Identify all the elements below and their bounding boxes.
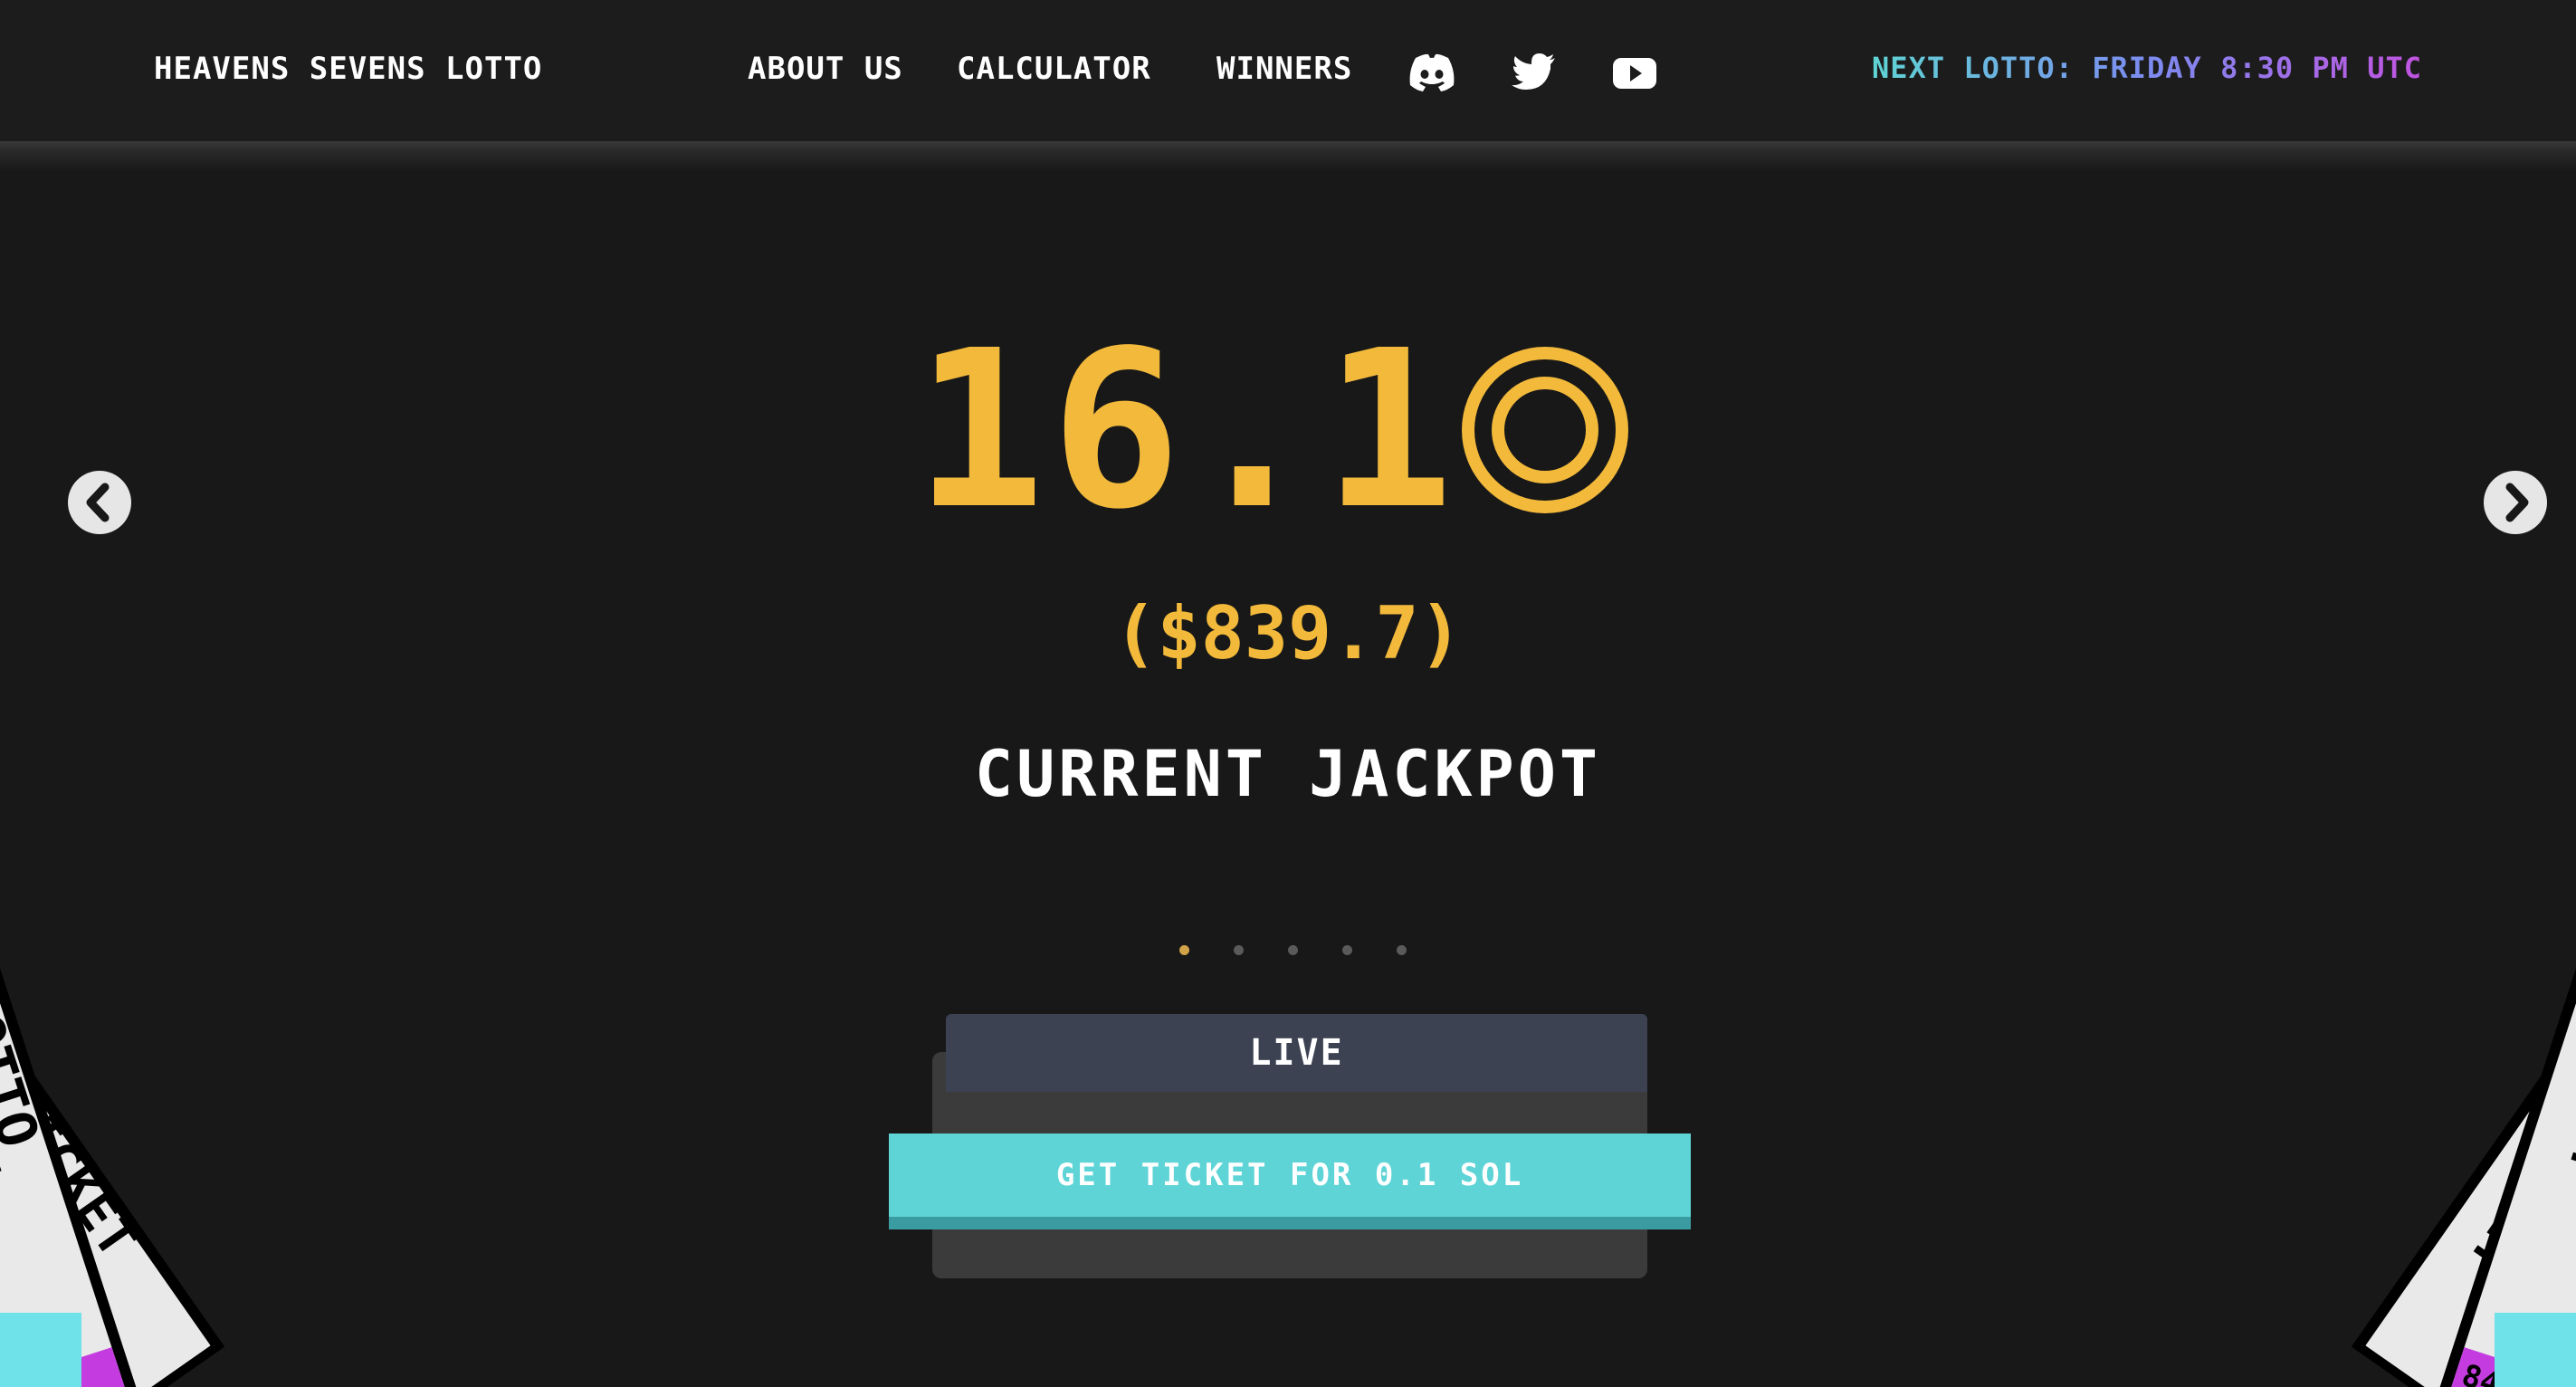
carousel-dot-1[interactable] — [1179, 945, 1189, 955]
nav-about-us[interactable]: ABOUT US — [748, 51, 903, 87]
youtube-icon[interactable] — [1611, 53, 1658, 92]
carousel-indicators — [1168, 945, 1412, 958]
lotto-tickets-right-illustration: TICKET LOTTO TICKET 8498 — [2351, 887, 2576, 1387]
sol-icon — [1462, 347, 1628, 513]
get-ticket-button[interactable]: GET TICKET FOR 0.1 SOL — [889, 1134, 1691, 1229]
chevron-left-icon — [86, 483, 110, 522]
jackpot-label: CURRENT JACKPOT — [974, 737, 1602, 811]
header-divider — [0, 141, 2576, 172]
next-lotto-schedule: NEXT LOTTO: FRIDAY 8:30 PM UTC — [1872, 51, 2422, 85]
carousel-dot-3[interactable] — [1288, 945, 1298, 955]
chevron-right-icon — [2505, 483, 2529, 522]
discord-icon[interactable] — [1408, 53, 1455, 92]
nav-winners[interactable]: WINNERS — [1216, 51, 1352, 87]
live-status-bar: LIVE — [946, 1014, 1647, 1092]
carousel-dot-5[interactable] — [1397, 945, 1407, 955]
top-navbar: HEAVENS SEVENS LOTTO ABOUT US CALCULATOR… — [0, 0, 2576, 145]
jackpot-usd-value: ($839.7) — [1113, 591, 1463, 675]
page: HEAVENS SEVENS LOTTO ABOUT US CALCULATOR… — [0, 0, 2576, 1387]
ticket-word: LOTTO — [0, 974, 52, 1155]
lotto-tickets-left-illustration: TICKET LOTTO TICKET 8498 — [0, 887, 225, 1387]
nav-calculator[interactable]: CALCULATOR — [957, 51, 1151, 87]
carousel-next-button[interactable] — [2484, 471, 2547, 534]
brand-logo[interactable]: HEAVENS SEVENS LOTTO — [154, 51, 542, 87]
jackpot-amount: 16.1 — [914, 303, 1459, 557]
carousel-prev-button[interactable] — [68, 471, 131, 534]
carousel-dot-2[interactable] — [1234, 945, 1244, 955]
twitter-icon[interactable] — [1512, 53, 1559, 92]
carousel-dot-4[interactable] — [1342, 945, 1352, 955]
